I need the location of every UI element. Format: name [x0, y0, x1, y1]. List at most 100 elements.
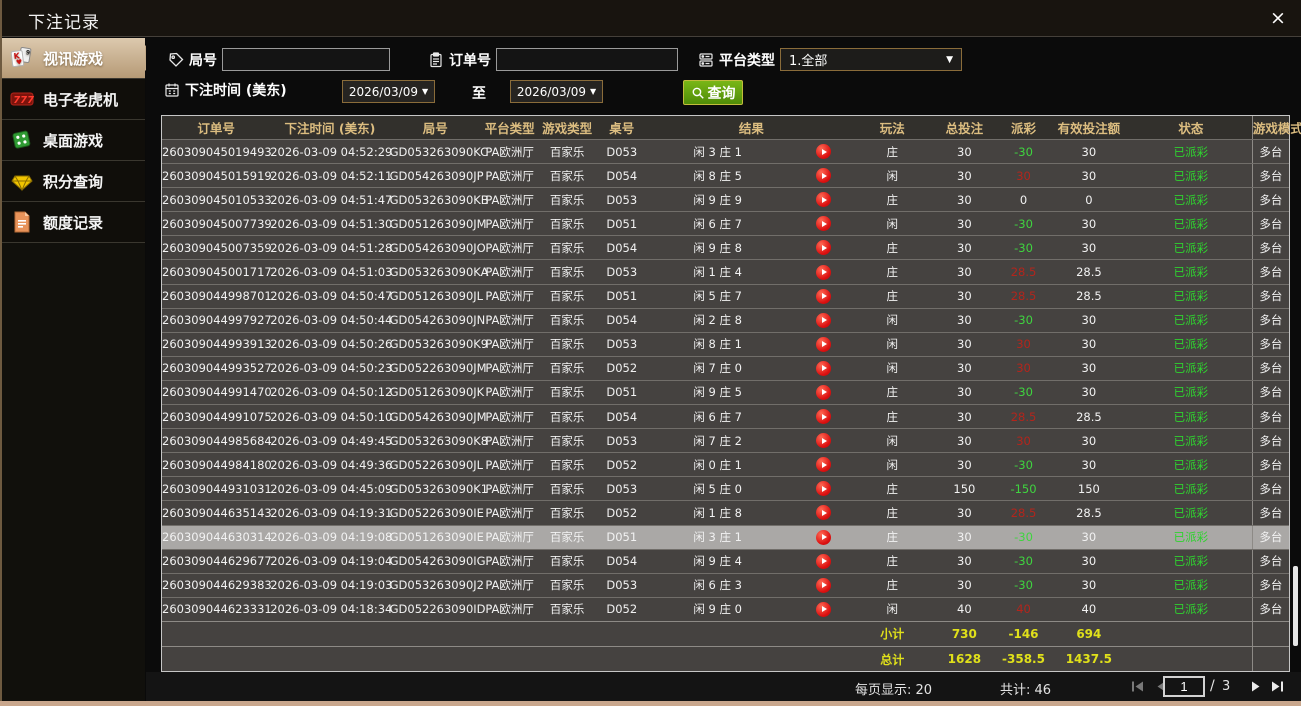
sidebar-item[interactable]: 桌面游戏 [0, 120, 145, 161]
date-from-picker[interactable]: 2026/03/09 ▼ [342, 80, 435, 103]
cell-platform: PA欧洲厅 [485, 361, 534, 376]
table-row[interactable]: 260309044635143 2026-03-09 04:19:31 GD05… [162, 500, 1289, 525]
platform-select[interactable]: 1.全部 ▼ [780, 48, 962, 71]
play-video-icon[interactable] [815, 216, 831, 232]
cell-total-bet: 30 [957, 409, 972, 424]
date-to-group: 2026/03/09 ▼ [510, 80, 603, 103]
play-video-icon[interactable] [815, 433, 831, 449]
cell-game-type: 百家乐 [549, 144, 585, 159]
result-text: 闲 5 庄 0 [693, 481, 742, 496]
cell-round-no: GD053263090K9 [389, 337, 489, 352]
cell-result: 闲 0 庄 1 [648, 457, 855, 473]
play-video-icon[interactable] [815, 481, 831, 497]
query-button[interactable]: 查询 [683, 80, 743, 105]
cell-table-no: D053 [606, 578, 638, 593]
date-to-picker[interactable]: 2026/03/09 ▼ [510, 80, 603, 103]
cell-order-no: 260309045015919 [162, 168, 272, 183]
table-row[interactable]: 260309044993913 2026-03-09 04:50:26 GD05… [162, 331, 1289, 356]
cell-total-bet: 30 [957, 265, 972, 280]
sidebar-item[interactable]: 777 电子老虎机 [0, 79, 145, 120]
table-row[interactable]: 260309044993527 2026-03-09 04:50:23 GD05… [162, 355, 1289, 380]
cell-platform: PA欧洲厅 [485, 192, 534, 207]
gem-icon [10, 169, 34, 193]
table-row[interactable]: 260309044931031 2026-03-09 04:45:09 GD05… [162, 476, 1289, 501]
play-video-icon[interactable] [815, 601, 831, 617]
cell-play-type: 闲 [886, 216, 898, 231]
table-row[interactable]: 260309045010533 2026-03-09 04:51:47 GD05… [162, 187, 1289, 212]
sidebar-item[interactable]: 积分查询 [0, 161, 145, 202]
cell-result: 闲 9 庄 9 [648, 192, 855, 208]
cell-game-mode: 多台 [1259, 192, 1283, 207]
play-video-icon[interactable] [815, 553, 831, 569]
chevron-down-icon: ▼ [422, 87, 429, 96]
cell-game-mode: 多台 [1259, 240, 1283, 255]
play-video-icon[interactable] [815, 312, 831, 328]
play-video-icon[interactable] [815, 168, 831, 184]
play-video-icon[interactable] [815, 240, 831, 256]
cell-status: 已派彩 [1130, 140, 1253, 164]
play-video-icon[interactable] [815, 409, 831, 425]
cell-play-type: 庄 [886, 265, 898, 280]
cell-result: 闲 1 庄 8 [648, 505, 855, 521]
round-input[interactable] [222, 48, 390, 71]
table-row[interactable]: 260309044623331 2026-03-09 04:18:34 GD05… [162, 596, 1289, 621]
play-video-icon[interactable] [815, 577, 831, 593]
table-row[interactable]: 260309044984180 2026-03-09 04:49:36 GD05… [162, 452, 1289, 477]
table-row[interactable]: 260309044985684 2026-03-09 04:49:45 GD05… [162, 428, 1289, 453]
play-video-icon[interactable] [815, 144, 831, 160]
platform-select-value: 1.全部 [789, 54, 828, 69]
play-video-icon[interactable] [815, 505, 831, 521]
cell-game-type: 百家乐 [549, 481, 585, 496]
table-row[interactable]: 260309045007739 2026-03-09 04:51:30 GD05… [162, 211, 1289, 236]
play-video-icon[interactable] [815, 336, 831, 352]
cell-total-bet: 40 [957, 602, 972, 617]
document-icon [10, 210, 34, 234]
table-row[interactable]: 260309045019493 2026-03-09 04:52:29 GD05… [162, 139, 1289, 164]
slot-777-icon: 777 [10, 87, 34, 111]
table-row[interactable]: 260309044991075 2026-03-09 04:50:10 GD05… [162, 404, 1289, 429]
play-video-icon[interactable] [815, 264, 831, 280]
column-header: 总投注 [945, 121, 984, 136]
order-input[interactable] [496, 48, 678, 71]
table-row[interactable]: 260309044997927 2026-03-09 04:50:44 GD05… [162, 307, 1289, 332]
table-row[interactable]: 260309044630314 2026-03-09 04:19:08 GD05… [162, 524, 1289, 549]
table-row[interactable]: 260309045007359 2026-03-09 04:51:28 GD05… [162, 235, 1289, 260]
table-row[interactable]: 260309044991470 2026-03-09 04:50:12 GD05… [162, 379, 1289, 405]
sidebar-item-label: 积分查询 [43, 172, 104, 191]
result-text: 闲 6 庄 3 [693, 578, 742, 593]
cell-round-no: GD052263090JM [389, 361, 487, 376]
subtotal-valid-bet: 694 [1076, 626, 1102, 641]
sidebar-item[interactable]: 9 K ♥ 视讯游戏 [0, 38, 157, 79]
play-video-icon[interactable] [815, 457, 831, 473]
table-row[interactable]: 260309044629677 2026-03-09 04:19:04 GD05… [162, 548, 1289, 573]
result-text: 闲 6 庄 7 [693, 409, 742, 424]
cell-play-type: 庄 [886, 505, 898, 520]
play-video-icon[interactable] [815, 384, 831, 400]
cell-bet-time: 2026-03-09 04:19:04 [270, 554, 393, 569]
table-row[interactable]: 260309045001717 2026-03-09 04:51:03 GD05… [162, 259, 1289, 284]
column-header: 订单号 [197, 121, 235, 136]
play-video-icon[interactable] [815, 529, 831, 545]
sidebar-item[interactable]: 额度记录 [0, 202, 145, 243]
cell-round-no: GD054263090JN [389, 313, 486, 328]
play-video-icon[interactable] [815, 288, 831, 304]
close-button[interactable]: × [1265, 5, 1291, 31]
scrollbar-thumb[interactable] [1293, 566, 1298, 646]
cell-status: 已派彩 [1130, 453, 1253, 477]
cell-game-mode: 多台 [1259, 265, 1283, 280]
last-page-button[interactable] [1270, 679, 1286, 694]
table-row[interactable]: 260309045015919 2026-03-09 04:52:11 GD05… [162, 163, 1289, 188]
page-number-input[interactable] [1163, 676, 1205, 697]
order-field-label: 订单号 [449, 52, 491, 69]
cell-order-no: 260309044629677 [162, 554, 272, 569]
table-row[interactable]: 260309044998701 2026-03-09 04:50:47 GD05… [162, 283, 1289, 308]
cell-payout: -30 [1014, 457, 1033, 472]
result-text: 闲 3 庄 1 [693, 530, 742, 545]
play-video-icon[interactable] [815, 192, 831, 208]
result-text: 闲 2 庄 8 [693, 313, 742, 328]
play-video-icon[interactable] [815, 360, 831, 376]
table-row[interactable]: 260309044629383 2026-03-09 04:19:03 GD05… [162, 572, 1289, 597]
next-page-button[interactable] [1248, 679, 1264, 694]
first-page-button[interactable] [1130, 679, 1146, 694]
cell-platform: PA欧洲厅 [485, 265, 534, 280]
